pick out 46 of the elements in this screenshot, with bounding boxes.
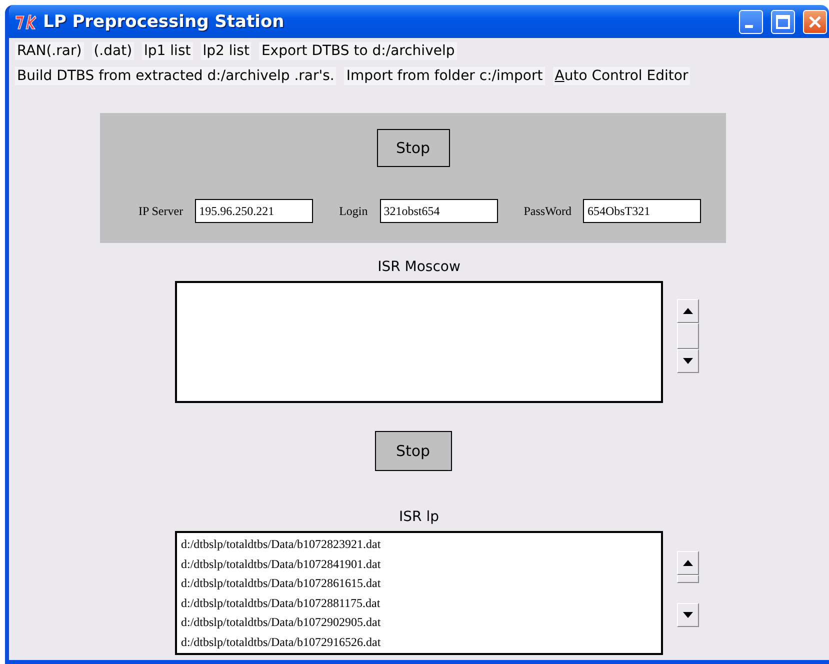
minimize-icon xyxy=(745,25,753,28)
menu-item[interactable]: lp1 list xyxy=(142,42,193,60)
stop-button[interactable]: Stop xyxy=(376,129,450,167)
minimize-button[interactable] xyxy=(739,10,763,34)
field-label: PassWord xyxy=(524,204,572,218)
list-item[interactable]: d:/dtbslp/totaldtbs/Data/b1072916526.dat xyxy=(181,632,657,652)
menu-item[interactable]: (.dat) xyxy=(92,42,134,60)
maximize-icon xyxy=(776,14,790,28)
down-arrow-icon xyxy=(683,358,693,364)
window-title: LP Preprocessing Station xyxy=(43,12,286,32)
input-field[interactable]: 654ObsT321 xyxy=(583,199,702,223)
menu-item[interactable]: lp2 list xyxy=(200,42,252,60)
scroll-thumb[interactable] xyxy=(677,323,699,349)
menu-item[interactable]: Export DTBS to d:/archivelp xyxy=(259,42,457,60)
app-logo xyxy=(15,14,37,30)
scroll-bar[interactable] xyxy=(677,551,699,627)
down-arrow-icon xyxy=(683,612,693,618)
scroll-up-button[interactable] xyxy=(677,299,699,323)
menu-item[interactable]: Auto Control Editor xyxy=(552,66,690,84)
close-button[interactable] xyxy=(803,10,827,34)
scroll-down-button[interactable] xyxy=(677,603,699,627)
scroll-down-button[interactable] xyxy=(677,349,699,373)
list-item[interactable]: d:/dtbslp/totaldtbs/Data/b1072823921.dat xyxy=(181,535,657,554)
menu-item[interactable]: Build DTBS from extracted d:/archivelp .rar's. xyxy=(15,66,336,84)
up-arrow-icon xyxy=(683,560,693,566)
list-box[interactable] xyxy=(175,281,663,403)
close-icon xyxy=(808,14,822,28)
maximize-button[interactable] xyxy=(771,10,795,34)
list-item[interactable]: d:/dtbslp/totaldtbs/Data/b1072861615.dat xyxy=(181,574,657,594)
menu-item[interactable]: Import from folder c:/import xyxy=(344,66,545,84)
field-label: Login xyxy=(339,204,368,218)
scroll-up-button[interactable] xyxy=(677,551,699,575)
menu-item[interactable]: RAN(.rar) xyxy=(15,42,84,60)
scroll-thumb[interactable] xyxy=(677,575,699,583)
list-item[interactable]: d:/dtbslp/totaldtbs/Data/b1072841901.dat xyxy=(181,554,657,574)
field-label: IP Server xyxy=(138,204,184,218)
input-field[interactable]: 321obst654 xyxy=(380,199,498,223)
stop-button[interactable]: Stop xyxy=(374,431,452,471)
list-item[interactable]: d:/dtbslp/totaldtbs/Data/b1072902905.dat xyxy=(181,613,657,632)
scroll-bar[interactable] xyxy=(677,299,699,373)
input-field[interactable]: 195.96.250.221 xyxy=(195,199,314,223)
list-title: ISR lp xyxy=(399,509,439,525)
list-box[interactable] xyxy=(175,531,663,655)
list-title: ISR Moscow xyxy=(378,259,460,275)
list-item[interactable]: d:/dtbslp/totaldtbs/Data/b1072881175.dat xyxy=(181,594,657,613)
up-arrow-icon xyxy=(683,308,693,314)
